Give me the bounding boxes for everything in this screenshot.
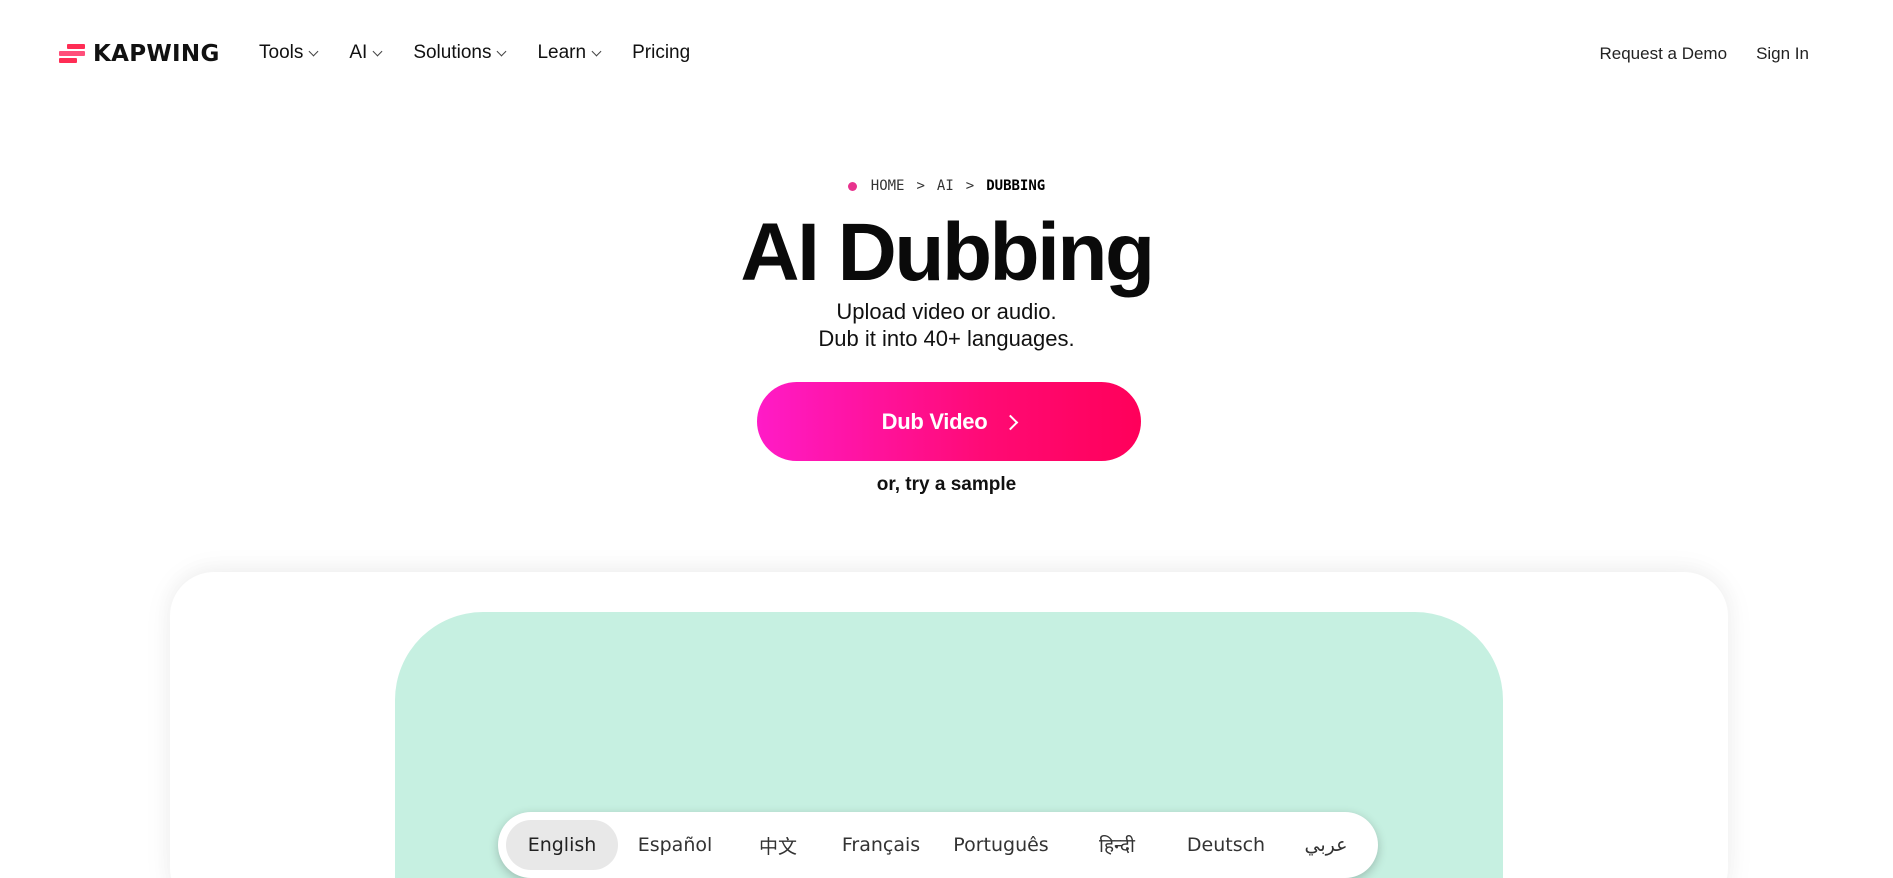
nav-item-learn[interactable]: Learn [537, 42, 602, 64]
dub-video-button[interactable]: Dub Video [757, 382, 1141, 461]
primary-nav: Tools AI Solutions Learn Pricing [259, 42, 722, 64]
hero-subtitle-line-1: Upload video or audio. [836, 299, 1057, 324]
nav-item-tools[interactable]: Tools [259, 42, 319, 64]
hero-subtitle-line-2: Dub it into 40+ languages. [818, 326, 1075, 351]
nav-item-solutions[interactable]: Solutions [413, 42, 507, 64]
language-option-portuguese[interactable]: Português [938, 820, 1064, 870]
language-option-hindi[interactable]: हिन्दी [1064, 820, 1170, 870]
page-title: AI Dubbing [740, 207, 1155, 298]
sign-in-link[interactable]: Sign In [1756, 44, 1809, 64]
nav-actions: Request a Demo Sign In [1599, 44, 1809, 64]
language-option-german[interactable]: Deutsch [1170, 820, 1282, 870]
chevron-down-icon [308, 46, 319, 56]
chevron-down-icon [372, 46, 383, 56]
language-option-chinese[interactable]: 中文 [732, 820, 824, 870]
chevron-down-icon [591, 46, 602, 56]
breadcrumb-home[interactable]: HOME [871, 178, 905, 194]
chevron-right-icon [1003, 414, 1019, 430]
kapwing-logo-icon [59, 44, 85, 64]
hero-subtitle: Upload video or audio. Dub it into 40+ l… [0, 298, 1893, 352]
brand-name: KAPWING [93, 41, 220, 67]
language-option-spanish[interactable]: Español [618, 820, 732, 870]
breadcrumb-ai[interactable]: AI [937, 178, 954, 194]
breadcrumb-separator: > [965, 178, 975, 194]
top-navigation: KAPWING Tools AI Solutions Learn Pricing… [0, 0, 1893, 110]
nav-item-ai[interactable]: AI [349, 42, 383, 64]
language-option-english[interactable]: English [506, 820, 618, 870]
breadcrumb-separator: > [916, 178, 925, 194]
chevron-down-icon [497, 46, 507, 56]
breadcrumb-dot-icon [847, 181, 857, 191]
language-option-arabic[interactable]: عربي [1282, 820, 1370, 870]
dub-video-button-label: Dub Video [881, 408, 988, 434]
language-selector: English Español 中文 Français Português हि… [498, 812, 1378, 878]
breadcrumb-current: DUBBING [986, 178, 1046, 194]
kapwing-logo[interactable]: KAPWING [59, 41, 220, 67]
try-sample-link[interactable]: or, try a sample [0, 474, 1893, 496]
request-demo-link[interactable]: Request a Demo [1599, 44, 1727, 64]
breadcrumb: HOME > AI > DUBBING [0, 178, 1893, 194]
language-option-french[interactable]: Français [824, 820, 938, 870]
nav-item-pricing[interactable]: Pricing [632, 42, 690, 64]
